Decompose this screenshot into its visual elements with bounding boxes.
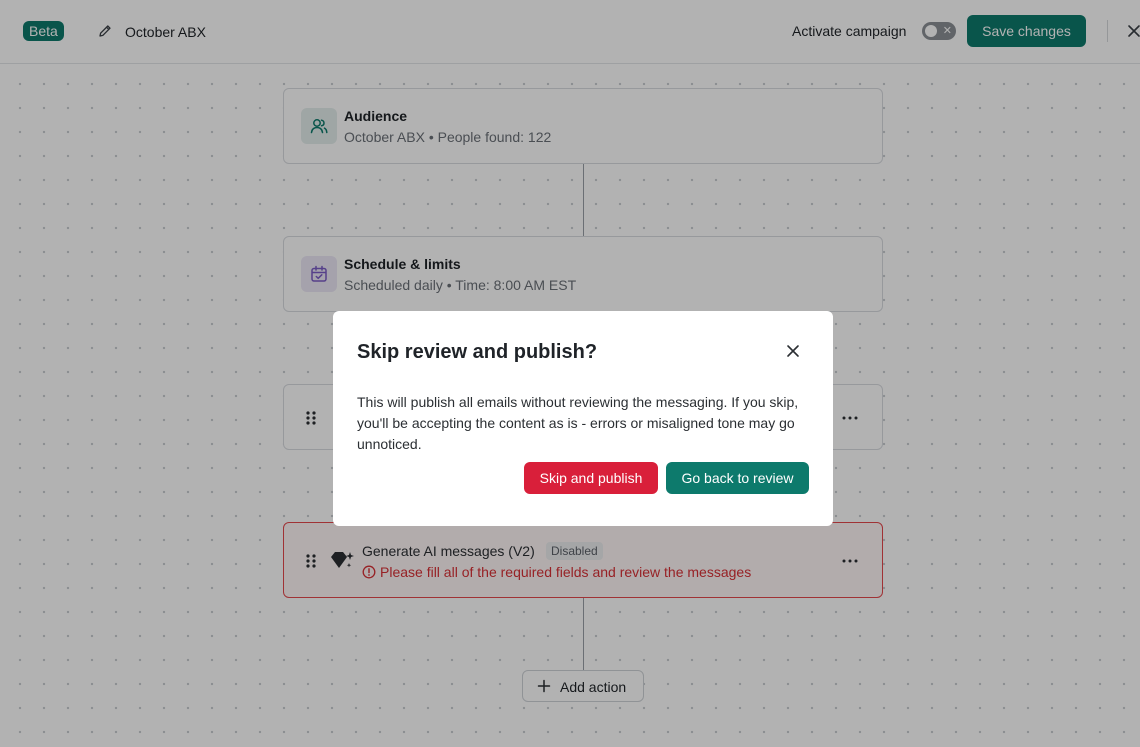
dialog-message: This will publish all emails without rev… <box>357 394 799 452</box>
modal-backdrop[interactable]: Skip review and publish? This will publi… <box>0 0 1140 747</box>
dialog-title: Skip review and publish? <box>357 341 598 363</box>
skip-review-dialog: Skip review and publish? This will publi… <box>333 311 833 526</box>
skip-and-publish-button[interactable]: Skip and publish <box>524 462 658 494</box>
close-icon[interactable] <box>785 343 801 359</box>
go-back-to-review-button[interactable]: Go back to review <box>666 462 809 494</box>
